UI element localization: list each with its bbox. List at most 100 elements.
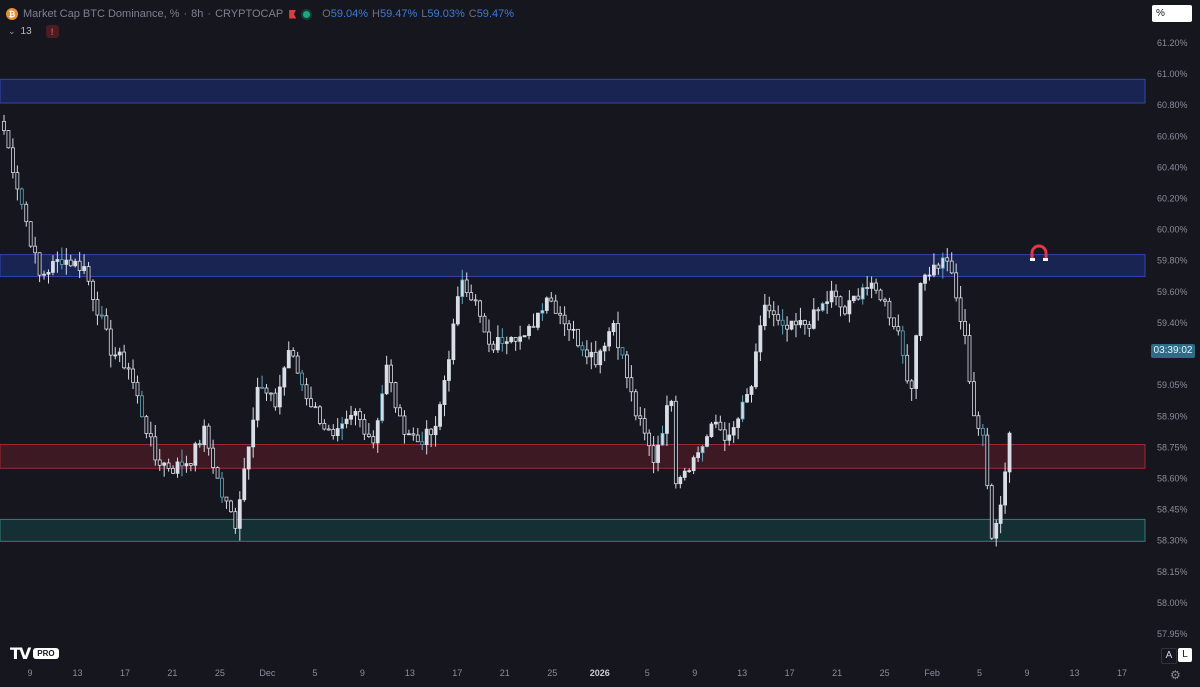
candle-body xyxy=(989,485,994,539)
price-tick-label: 60.40% xyxy=(1157,162,1188,172)
candle-body xyxy=(789,320,794,330)
candle-body xyxy=(171,468,175,474)
candle-body xyxy=(518,336,523,342)
candle-body xyxy=(429,428,434,436)
time-tick-label: 21 xyxy=(167,668,177,678)
candles xyxy=(2,114,1012,547)
candle-body xyxy=(918,282,923,337)
candle-body xyxy=(629,377,634,393)
price-chart[interactable]: 61.20% 61.00% 60.80% 60.60% 60.40% 60.20% 60.0… xyxy=(0,0,1200,687)
candle-body xyxy=(593,351,598,366)
candle-body xyxy=(522,335,527,338)
candle-body xyxy=(883,299,887,302)
zone-resistance-top[interactable] xyxy=(0,78,1146,104)
candle-body xyxy=(651,445,656,463)
candle-body xyxy=(936,264,941,269)
candle-body xyxy=(963,321,967,337)
candle-body xyxy=(687,470,692,472)
candle-body xyxy=(998,504,1003,524)
candle-body xyxy=(580,345,585,351)
candle-body xyxy=(24,203,29,223)
candle-body xyxy=(758,325,763,353)
candle-body xyxy=(469,292,474,301)
candle-body xyxy=(37,252,42,276)
zone-resistance-mid[interactable] xyxy=(0,254,1146,278)
time-tick-label: 13 xyxy=(1070,668,1080,678)
candle-body xyxy=(162,462,167,466)
time-tick-label: 13 xyxy=(72,668,82,678)
candle-body xyxy=(647,432,652,447)
price-tick-label: 61.00% xyxy=(1157,69,1188,79)
candle-body xyxy=(905,354,910,382)
candle-body xyxy=(229,500,233,513)
candle-body xyxy=(362,419,367,435)
candle-body xyxy=(166,462,171,469)
timeframe[interactable]: 8h xyxy=(191,8,203,20)
price-tick-label: 59.05% xyxy=(1157,380,1188,390)
candle-body xyxy=(184,463,189,467)
zone-support-low[interactable] xyxy=(0,518,1146,542)
candle-body xyxy=(340,423,345,429)
time-tick-label: 17 xyxy=(1117,668,1127,678)
candle-body xyxy=(349,414,353,420)
price-tick-label: 59.40% xyxy=(1157,318,1188,328)
candle-body xyxy=(571,328,576,331)
market-status-icon xyxy=(303,10,311,18)
candle-body xyxy=(958,297,963,322)
candle-body xyxy=(1007,432,1012,473)
candle-body xyxy=(584,349,589,358)
indicators-toggle[interactable]: ⌄ 13 ! xyxy=(8,25,59,38)
price-tick-label: 58.00% xyxy=(1157,598,1188,608)
candle-body xyxy=(384,364,389,395)
scale-mode-button[interactable]: % xyxy=(1152,5,1192,22)
warning-icon[interactable]: ! xyxy=(45,25,59,38)
candle-body xyxy=(175,461,180,474)
symbol-title[interactable]: Market Cap BTC Dominance, % xyxy=(23,8,180,20)
candle-body xyxy=(705,436,709,447)
auto-scale-button[interactable]: A xyxy=(1161,648,1177,664)
symbol-legend[interactable]: ₿ Market Cap BTC Dominance, % · 8h · CRY… xyxy=(6,6,514,22)
candle-body xyxy=(77,260,82,271)
price-tick-label: 61.20% xyxy=(1157,38,1188,48)
candle-body xyxy=(318,406,322,424)
candle-body xyxy=(64,259,69,265)
candle-body xyxy=(834,290,838,298)
candle-body xyxy=(713,421,718,425)
candle-body xyxy=(509,337,514,343)
candle-body xyxy=(300,372,305,386)
candle-body xyxy=(673,400,678,485)
chart-area[interactable]: 61.20% 61.00% 60.80% 60.60% 60.40% 60.20% 60.0… xyxy=(0,0,1200,687)
candle-body xyxy=(487,331,491,345)
candle-body xyxy=(15,172,20,190)
exchange[interactable]: CRYPTOCAP xyxy=(215,8,283,20)
candle-body xyxy=(500,337,505,344)
price-tick-label: 57.95% xyxy=(1157,629,1188,639)
candle-body xyxy=(780,319,785,326)
tradingview-logo[interactable]: TV PRO xyxy=(10,644,59,663)
candle-body xyxy=(117,351,122,356)
candle-body xyxy=(68,259,73,267)
time-axis[interactable]: 9 13 17 21 25 Dec 5 9 13 17 21 25 2026 5 9 13 17 21 25 Feb 5… xyxy=(27,668,1127,678)
time-tick-label: 5 xyxy=(645,668,650,678)
log-scale-button[interactable]: L xyxy=(1178,648,1192,662)
flag-icon[interactable] xyxy=(289,9,297,19)
candle-body xyxy=(794,320,798,326)
candle-body xyxy=(878,289,883,301)
candle-body xyxy=(851,295,856,302)
candle-body xyxy=(277,386,282,408)
candle-body xyxy=(731,427,736,436)
candle-body xyxy=(113,354,118,357)
zone-support-mid[interactable] xyxy=(0,444,1146,469)
candle-body xyxy=(727,434,732,441)
price-axis[interactable]: 61.20% 61.00% 60.80% 60.60% 60.40% 60.20% 60.0… xyxy=(1157,38,1188,639)
candle-body xyxy=(255,386,260,421)
chevron-down-icon[interactable]: ⌄ xyxy=(8,26,16,37)
time-tick-label: 5 xyxy=(977,668,982,678)
candle-body xyxy=(28,221,33,247)
candle-body xyxy=(478,300,482,317)
candle-body xyxy=(371,436,376,444)
candle-body xyxy=(816,309,821,312)
candle-body xyxy=(295,355,300,374)
candle-body xyxy=(269,392,273,395)
gear-icon[interactable]: ⚙ xyxy=(1170,668,1181,682)
